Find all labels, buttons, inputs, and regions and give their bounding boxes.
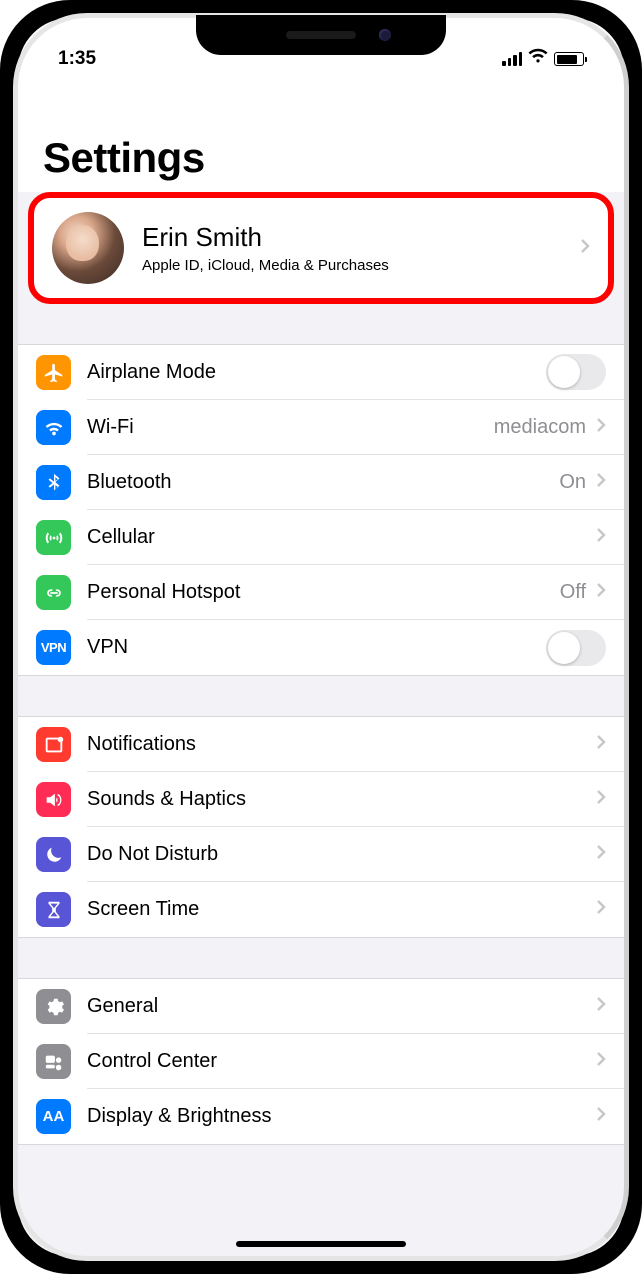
row-screen-time[interactable]: Screen Time (18, 882, 624, 937)
bluetooth-icon (36, 465, 71, 500)
chevron-right-icon (596, 899, 606, 920)
row-label: General (87, 995, 586, 1018)
row-vpn[interactable]: VPN VPN (18, 620, 624, 675)
airplane-toggle[interactable] (546, 354, 606, 390)
vpn-icon: VPN (36, 630, 71, 665)
row-personal-hotspot[interactable]: Personal Hotspot Off (18, 565, 624, 620)
settings-group-general: General Control Center AA Display & Brig… (18, 978, 624, 1145)
chevron-right-icon (596, 789, 606, 810)
notch (196, 15, 446, 55)
mute-switch (0, 180, 1, 220)
row-label: Cellular (87, 526, 586, 549)
wifi-icon (528, 48, 548, 70)
row-display-brightness[interactable]: AA Display & Brightness (18, 1089, 624, 1144)
speaker-grille (286, 31, 356, 39)
cellular-signal-icon (502, 52, 522, 66)
chevron-right-icon (596, 734, 606, 755)
settings-group-notifications: Notifications Sounds & Haptics Do Not Di… (18, 716, 624, 938)
row-bluetooth[interactable]: Bluetooth On (18, 455, 624, 510)
settings-group-connectivity: Airplane Mode Wi-Fi mediacom Bluetooth O… (18, 344, 624, 676)
chevron-right-icon (596, 844, 606, 865)
row-label: Control Center (87, 1050, 586, 1073)
row-wifi[interactable]: Wi-Fi mediacom (18, 400, 624, 455)
chevron-right-icon (596, 472, 606, 493)
status-time: 1:35 (58, 48, 96, 70)
apple-id-row[interactable]: Erin Smith Apple ID, iCloud, Media & Pur… (28, 192, 614, 304)
row-do-not-disturb[interactable]: Do Not Disturb (18, 827, 624, 882)
chevron-right-icon (580, 238, 590, 259)
cellular-icon (36, 520, 71, 555)
profile-name: Erin Smith (142, 222, 562, 253)
row-cellular[interactable]: Cellular (18, 510, 624, 565)
gear-icon (36, 989, 71, 1024)
screen: 1:35 Settings Erin Smith Apple ID, iClou… (18, 18, 624, 1256)
chevron-right-icon (596, 582, 606, 603)
row-value: mediacom (494, 416, 586, 439)
front-camera (379, 29, 391, 41)
chevron-right-icon (596, 417, 606, 438)
vpn-toggle[interactable] (546, 630, 606, 666)
row-label: Wi-Fi (87, 416, 484, 439)
row-label: Do Not Disturb (87, 843, 586, 866)
row-label: Bluetooth (87, 471, 549, 494)
page-title: Settings (43, 134, 599, 182)
home-indicator[interactable] (236, 1241, 406, 1247)
chevron-right-icon (596, 527, 606, 548)
row-label: Notifications (87, 733, 586, 756)
chevron-right-icon (596, 996, 606, 1017)
row-general[interactable]: General (18, 979, 624, 1034)
volume-up-button (0, 250, 1, 325)
wifi-settings-icon (36, 410, 71, 445)
chevron-right-icon (596, 1051, 606, 1072)
chevron-right-icon (596, 1106, 606, 1127)
row-control-center[interactable]: Control Center (18, 1034, 624, 1089)
row-label: VPN (87, 636, 536, 659)
airplane-icon (36, 355, 71, 390)
row-value: On (559, 471, 586, 494)
row-notifications[interactable]: Notifications (18, 717, 624, 772)
row-sounds[interactable]: Sounds & Haptics (18, 772, 624, 827)
row-label: Sounds & Haptics (87, 788, 586, 811)
row-label: Display & Brightness (87, 1105, 586, 1128)
row-label: Airplane Mode (87, 361, 536, 384)
sounds-icon (36, 782, 71, 817)
row-value: Off (560, 581, 586, 604)
display-icon: AA (36, 1099, 71, 1134)
row-label: Screen Time (87, 898, 586, 921)
row-label: Personal Hotspot (87, 581, 550, 604)
header: Settings (18, 74, 624, 192)
notifications-icon (36, 727, 71, 762)
control-center-icon (36, 1044, 71, 1079)
battery-icon (554, 52, 584, 66)
profile-subtitle: Apple ID, iCloud, Media & Purchases (142, 257, 562, 274)
volume-down-button (0, 345, 1, 420)
avatar (52, 212, 124, 284)
dnd-moon-icon (36, 837, 71, 872)
screentime-hourglass-icon (36, 892, 71, 927)
row-airplane-mode[interactable]: Airplane Mode (18, 345, 624, 400)
hotspot-icon (36, 575, 71, 610)
